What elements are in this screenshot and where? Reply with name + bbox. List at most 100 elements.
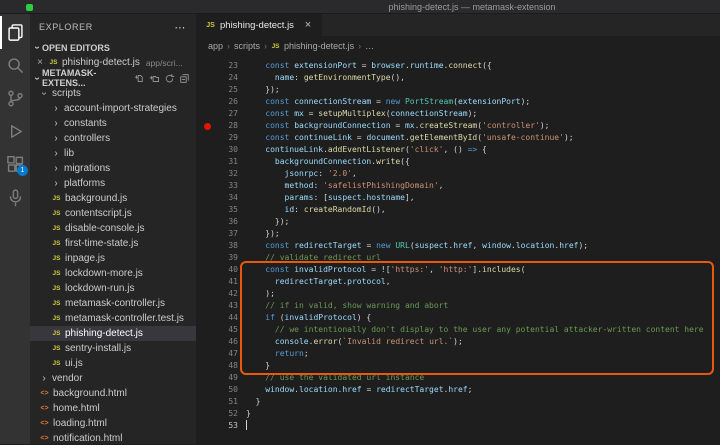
gutter-glyph-margin[interactable] xyxy=(196,120,212,132)
activity-run-debug[interactable] xyxy=(0,115,30,148)
gutter-glyph-margin[interactable] xyxy=(196,132,212,144)
code-line-24[interactable]: 24 name: getEnvironmentType(), xyxy=(196,72,720,84)
new-folder-icon[interactable] xyxy=(149,73,160,84)
line-number[interactable]: 49 xyxy=(212,372,238,384)
folder-controllers[interactable]: ›controllers xyxy=(30,131,196,146)
code-line-30[interactable]: 30 continueLink.addEventListener('click'… xyxy=(196,144,720,156)
line-number[interactable]: 43 xyxy=(212,300,238,312)
gutter-glyph-margin[interactable] xyxy=(196,336,212,348)
code-line-47[interactable]: 47 return; xyxy=(196,348,720,360)
file-first-time-state.js[interactable]: JSfirst-time-state.js xyxy=(30,236,196,251)
line-number[interactable]: 38 xyxy=(212,240,238,252)
code-line-35[interactable]: 35 id: createRandomId(), xyxy=(196,204,720,216)
gutter-glyph-margin[interactable] xyxy=(196,372,212,384)
line-number[interactable]: 39 xyxy=(212,252,238,264)
code-line-34[interactable]: 34 params: [suspect.hostname], xyxy=(196,192,720,204)
line-number[interactable]: 52 xyxy=(212,408,238,420)
line-number[interactable]: 26 xyxy=(212,96,238,108)
gutter-glyph-margin[interactable] xyxy=(196,168,212,180)
gutter-glyph-margin[interactable] xyxy=(196,360,212,372)
file-lockdown-more.js[interactable]: JSlockdown-more.js xyxy=(30,266,196,281)
breakpoint-dot[interactable] xyxy=(204,123,211,130)
gutter-glyph-margin[interactable] xyxy=(196,84,212,96)
folder-lib[interactable]: ›lib xyxy=(30,146,196,161)
gutter-glyph-margin[interactable] xyxy=(196,264,212,276)
line-number[interactable]: 42 xyxy=(212,288,238,300)
gutter-glyph-margin[interactable] xyxy=(196,348,212,360)
code-line-33[interactable]: 33 method: 'safelistPhishingDomain', xyxy=(196,180,720,192)
line-number[interactable]: 40 xyxy=(212,264,238,276)
line-number[interactable]: 47 xyxy=(212,348,238,360)
line-number[interactable]: 33 xyxy=(212,180,238,192)
activity-extensions[interactable]: 1 xyxy=(0,148,30,181)
file-metamask-controller.js[interactable]: JSmetamask-controller.js xyxy=(30,296,196,311)
gutter-glyph-margin[interactable] xyxy=(196,408,212,420)
file-disable-console.js[interactable]: JSdisable-console.js xyxy=(30,221,196,236)
more-actions-icon[interactable]: ⋯ xyxy=(174,21,186,34)
gutter-glyph-margin[interactable] xyxy=(196,204,212,216)
file-lockdown-run.js[interactable]: JSlockdown-run.js xyxy=(30,281,196,296)
line-number[interactable]: 51 xyxy=(212,396,238,408)
code-line-42[interactable]: 42 ); xyxy=(196,288,720,300)
tab-phishing-detect-js[interactable]: JS phishing-detect.js × xyxy=(196,14,322,36)
gutter-glyph-margin[interactable] xyxy=(196,252,212,264)
line-number[interactable]: 30 xyxy=(212,144,238,156)
gutter-glyph-margin[interactable] xyxy=(196,324,212,336)
line-number[interactable]: 32 xyxy=(212,168,238,180)
activity-search[interactable] xyxy=(0,49,30,82)
gutter-glyph-margin[interactable] xyxy=(196,240,212,252)
code-line-50[interactable]: 50 window.location.href = redirectTarget… xyxy=(196,384,720,396)
folder-migrations[interactable]: ›migrations xyxy=(30,161,196,176)
line-number[interactable]: 53 xyxy=(212,420,238,432)
close-icon[interactable]: × xyxy=(35,57,45,68)
file-ui.js[interactable]: JSui.js xyxy=(30,356,196,371)
gutter-glyph-margin[interactable] xyxy=(196,312,212,324)
line-number[interactable]: 48 xyxy=(212,360,238,372)
file-phishing-detect.js[interactable]: JSphishing-detect.js xyxy=(30,326,196,341)
file-notification.html[interactable]: <>notification.html xyxy=(30,431,196,444)
gutter-glyph-margin[interactable] xyxy=(196,192,212,204)
gutter-glyph-margin[interactable] xyxy=(196,156,212,168)
folder-constants[interactable]: ›constants xyxy=(30,116,196,131)
gutter-glyph-margin[interactable] xyxy=(196,396,212,408)
breadcrumb-item-…[interactable]: … xyxy=(365,41,374,51)
code-line-41[interactable]: 41 redirectTarget.protocol, xyxy=(196,276,720,288)
activity-explorer[interactable] xyxy=(0,16,30,49)
file-contentscript.js[interactable]: JScontentscript.js xyxy=(30,206,196,221)
file-home.html[interactable]: <>home.html xyxy=(30,401,196,416)
file-loading.html[interactable]: <>loading.html xyxy=(30,416,196,431)
gutter-glyph-margin[interactable] xyxy=(196,180,212,192)
gutter-glyph-margin[interactable] xyxy=(196,288,212,300)
line-number[interactable]: 31 xyxy=(212,156,238,168)
code-line-38[interactable]: 38 const redirectTarget = new URL(suspec… xyxy=(196,240,720,252)
folder-account-import-strategies[interactable]: ›account-import-strategies xyxy=(30,101,196,116)
code-editor[interactable]: 23 const extensionPort = browser.runtime… xyxy=(196,56,720,444)
line-number[interactable]: 25 xyxy=(212,84,238,96)
code-line-36[interactable]: 36 }); xyxy=(196,216,720,228)
gutter-glyph-margin[interactable] xyxy=(196,60,212,72)
breadcrumb-item-scripts[interactable]: scripts xyxy=(234,41,260,51)
folder-scripts[interactable]: ›scripts xyxy=(30,86,196,101)
gutter-glyph-margin[interactable] xyxy=(196,276,212,288)
code-line-25[interactable]: 25 }); xyxy=(196,84,720,96)
gutter-glyph-margin[interactable] xyxy=(196,300,212,312)
tab-close-icon[interactable]: × xyxy=(303,19,313,31)
gutter-glyph-margin[interactable] xyxy=(196,420,212,432)
refresh-icon[interactable] xyxy=(164,73,175,84)
line-number[interactable]: 37 xyxy=(212,228,238,240)
gutter-glyph-margin[interactable] xyxy=(196,96,212,108)
code-line-52[interactable]: 52} xyxy=(196,408,720,420)
code-line-29[interactable]: 29 const continueLink = document.getElem… xyxy=(196,132,720,144)
code-line-49[interactable]: 49 // use the validated url instance xyxy=(196,372,720,384)
code-line-45[interactable]: 45 // we intentionally don't display to … xyxy=(196,324,720,336)
gutter-glyph-margin[interactable] xyxy=(196,384,212,396)
line-number[interactable]: 35 xyxy=(212,204,238,216)
folder-platforms[interactable]: ›platforms xyxy=(30,176,196,191)
code-line-28[interactable]: 28 const backgroundConnection = mx.creat… xyxy=(196,120,720,132)
line-number[interactable]: 50 xyxy=(212,384,238,396)
line-number[interactable]: 34 xyxy=(212,192,238,204)
line-number[interactable]: 23 xyxy=(212,60,238,72)
code-line-48[interactable]: 48 } xyxy=(196,360,720,372)
code-line-27[interactable]: 27 const mx = setupMultiplex(connectionS… xyxy=(196,108,720,120)
code-line-31[interactable]: 31 backgroundConnection.write({ xyxy=(196,156,720,168)
